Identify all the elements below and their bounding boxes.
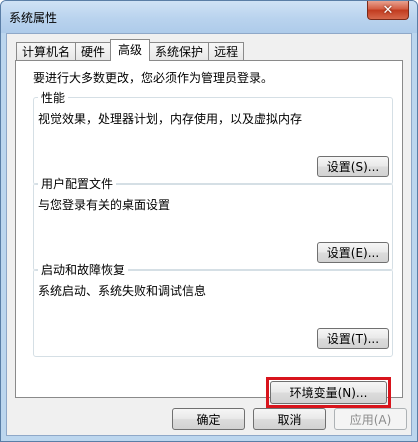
tab-computer-name[interactable]: 计算机名 bbox=[16, 42, 77, 61]
user-profiles-settings-button[interactable]: 设置(E)... bbox=[317, 242, 389, 263]
startup-recovery-settings-button[interactable]: 设置(T)... bbox=[317, 328, 389, 349]
dialog-client-area: 计算机名 硬件 高级 系统保护 远程 要进行大多数更改，您必须作为管理员登录。 … bbox=[6, 33, 412, 436]
user-profiles-group: 用户配置文件 与您登录有关的桌面设置 设置(E)... bbox=[33, 175, 393, 271]
tab-hardware[interactable]: 硬件 bbox=[75, 42, 112, 61]
performance-group-label: 性能 bbox=[38, 89, 69, 106]
window-title: 系统属性 bbox=[9, 11, 58, 25]
close-icon: ✕ bbox=[382, 2, 394, 18]
performance-settings-button[interactable]: 设置(S)... bbox=[317, 156, 389, 177]
system-properties-window: 系统属性 ✕ 计算机名 硬件 高级 系统保护 远程 要进行大多数更改，您必须作为… bbox=[0, 0, 418, 442]
tab-system-protection[interactable]: 系统保护 bbox=[149, 42, 210, 61]
tab-advanced[interactable]: 高级 bbox=[110, 39, 151, 61]
performance-group: 性能 视觉效果，处理器计划，内存使用，以及虚拟内存 设置(S)... bbox=[33, 89, 393, 185]
close-button[interactable]: ✕ bbox=[367, 1, 409, 20]
environment-variables-button[interactable]: 环境变量(N)... bbox=[270, 381, 387, 404]
title-bar[interactable]: 系统属性 ✕ bbox=[1, 1, 417, 33]
user-profiles-group-label: 用户配置文件 bbox=[38, 175, 117, 192]
cancel-button[interactable]: 取消 bbox=[253, 408, 326, 430]
tab-remote[interactable]: 远程 bbox=[208, 42, 245, 61]
startup-recovery-description: 系统启动、系统失败和调试信息 bbox=[38, 284, 207, 298]
startup-recovery-group: 启动和故障恢复 系统启动、系统失败和调试信息 设置(T)... bbox=[33, 261, 393, 357]
user-profiles-description: 与您登录有关的桌面设置 bbox=[38, 198, 171, 212]
ok-button[interactable]: 确定 bbox=[172, 408, 245, 430]
tab-strip: 计算机名 硬件 高级 系统保护 远程 bbox=[16, 39, 245, 61]
advanced-tab-panel: 要进行大多数更改，您必须作为管理员登录。 性能 视觉效果，处理器计划，内存使用，… bbox=[15, 60, 403, 408]
apply-button[interactable]: 应用(A) bbox=[334, 408, 407, 430]
performance-description: 视觉效果，处理器计划，内存使用，以及虚拟内存 bbox=[38, 112, 303, 126]
admin-note: 要进行大多数更改，您必须作为管理员登录。 bbox=[33, 71, 274, 85]
startup-recovery-group-label: 启动和故障恢复 bbox=[38, 261, 129, 278]
